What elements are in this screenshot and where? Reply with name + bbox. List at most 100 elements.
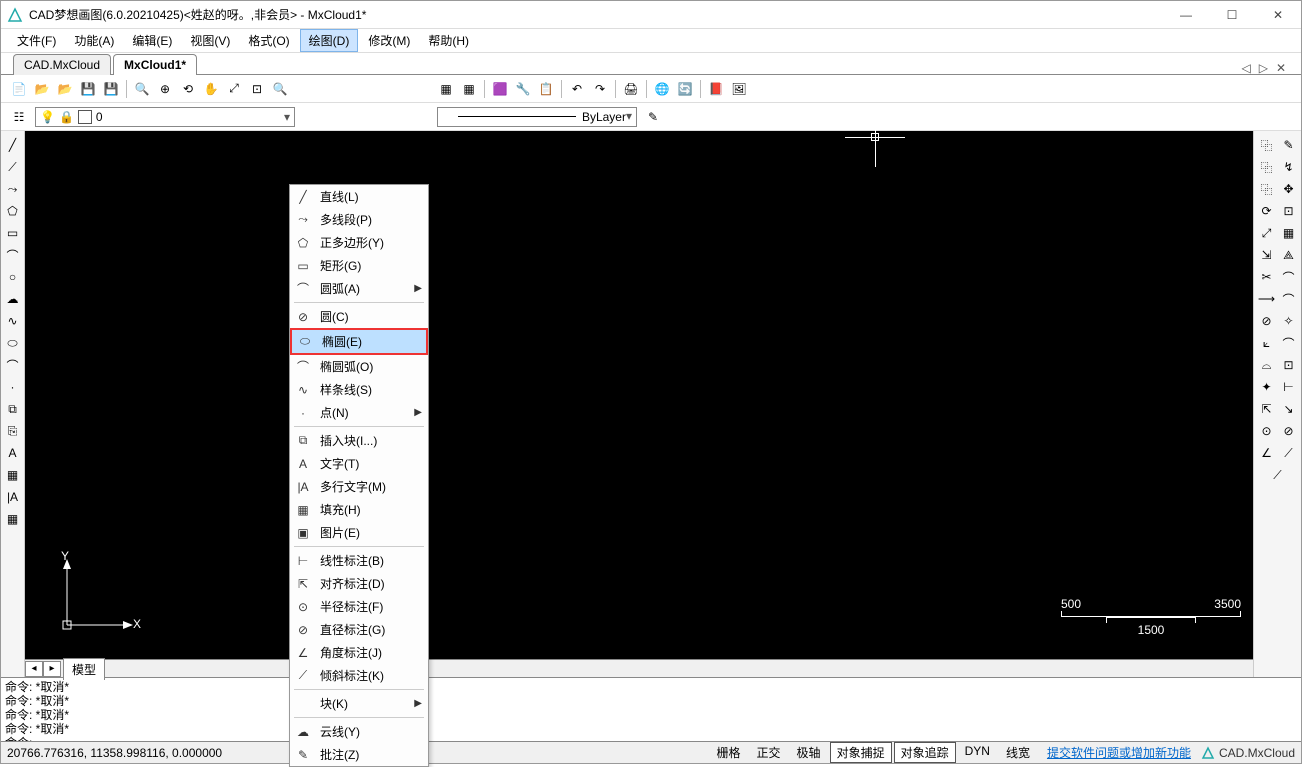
r5-icon[interactable]: ⌒ [1279, 267, 1299, 287]
maximize-button[interactable]: ☐ [1209, 1, 1255, 29]
zoom-window-icon[interactable]: 🔍 [132, 79, 152, 99]
menu-item-正多边形y[interactable]: ⬠正多边形(Y) [290, 231, 428, 254]
move-icon[interactable]: ✥ [1279, 179, 1299, 199]
menu-file[interactable]: 文件(F) [9, 30, 64, 51]
zoom-in-icon[interactable]: ⊕ [155, 79, 175, 99]
zoom-prev-icon[interactable]: ⟲ [178, 79, 198, 99]
close-button[interactable]: ✕ [1255, 1, 1301, 29]
redo-icon[interactable]: ↷ [590, 79, 610, 99]
break-icon[interactable]: ⊘ [1257, 311, 1277, 331]
menu-item-角度标注j[interactable]: ∠角度标注(J) [290, 641, 428, 664]
erase-icon[interactable]: ✎ [1279, 135, 1299, 155]
open-icon[interactable]: 📂 [32, 79, 52, 99]
rev-tool-icon[interactable]: ☁ [3, 289, 23, 309]
tb-icon-b[interactable]: ▦ [459, 79, 479, 99]
tab-close-icon[interactable]: ✕ [1273, 61, 1289, 75]
toggle-对象捕捉[interactable]: 对象捕捉 [830, 742, 892, 763]
menu-item-云线y[interactable]: ☁云线(Y) [290, 720, 428, 743]
menu-item-文字t[interactable]: A文字(T) [290, 452, 428, 475]
refresh-icon[interactable]: 🔄 [675, 79, 695, 99]
menu-item-批注z[interactable]: ✎批注(Z) [290, 743, 428, 766]
toggle-正交[interactable]: 正交 [750, 742, 788, 763]
feedback-link[interactable]: 提交软件问题或增加新功能 [1047, 744, 1191, 761]
menu-item-多线段p[interactable]: ⤳多线段(P) [290, 208, 428, 231]
r9-icon[interactable]: ⊡ [1279, 355, 1299, 375]
linetype-select[interactable]: ByLayer [437, 107, 637, 127]
model-tab[interactable]: 模型 [63, 658, 105, 680]
menu-item-直径标注g[interactable]: ⊘直径标注(G) [290, 618, 428, 641]
arc-tool-icon[interactable]: ⌒ [3, 245, 23, 265]
r10-icon[interactable]: ⊢ [1279, 377, 1299, 397]
menu-item-矩形g[interactable]: ▭矩形(G) [290, 254, 428, 277]
img-icon[interactable]: 🖼 [729, 79, 749, 99]
chamfer-icon[interactable]: ⟀ [1257, 333, 1277, 353]
menu-item-插入块i...[interactable]: ⧉插入块(I...) [290, 429, 428, 452]
r7-icon[interactable]: ✧ [1279, 311, 1299, 331]
menu-draw[interactable]: 绘图(D) [300, 29, 359, 52]
r8-icon[interactable]: ⌒ [1279, 333, 1299, 353]
new-icon[interactable]: 📄 [9, 79, 29, 99]
tab-0[interactable]: CAD.MxCloud [13, 54, 111, 75]
mirror-icon[interactable]: ⿻ [1257, 157, 1277, 177]
menu-item-直线l[interactable]: ╱直线(L) [290, 185, 428, 208]
region-tool-icon[interactable]: ▦ [3, 509, 23, 529]
point-tool-icon[interactable]: · [3, 377, 23, 397]
zoom-ext-icon[interactable]: ⤢ [224, 79, 244, 99]
tb-icon-a[interactable]: ▦ [436, 79, 456, 99]
zoom-all-icon[interactable]: ⊡ [247, 79, 267, 99]
menu-item-圆弧a[interactable]: ⌒圆弧(A)▶ [290, 277, 428, 300]
menu-item-椭圆弧o[interactable]: ⌒椭圆弧(O) [290, 355, 428, 378]
fillet-icon[interactable]: ⌓ [1257, 355, 1277, 375]
trim-icon[interactable]: ✂ [1257, 267, 1277, 287]
r2-icon[interactable]: ⊡ [1279, 201, 1299, 221]
menu-item-多行文字m[interactable]: |A多行文字(M) [290, 475, 428, 498]
pdf-icon[interactable]: 📕 [706, 79, 726, 99]
r4-icon[interactable]: ⟁ [1279, 245, 1299, 265]
r12-icon[interactable]: ↘ [1279, 399, 1299, 419]
r14-icon[interactable]: ⊘ [1279, 421, 1299, 441]
r17-icon[interactable]: ⟋ [1268, 465, 1288, 485]
extend-icon[interactable]: ⟶ [1257, 289, 1277, 309]
zoom-obj-icon[interactable]: 🔍 [270, 79, 290, 99]
toggle-极轴[interactable]: 极轴 [790, 742, 828, 763]
print-icon[interactable]: 🖨 [621, 79, 641, 99]
hatch-tool-icon[interactable]: ▦ [3, 465, 23, 485]
menu-item-倾斜标注k[interactable]: ⟋倾斜标注(K) [290, 664, 428, 687]
tab-prev-icon[interactable]: ◁ [1238, 61, 1253, 75]
r16-icon[interactable]: ⟋ [1279, 443, 1299, 463]
menu-edit[interactable]: 编辑(E) [124, 30, 180, 51]
xline-tool-icon[interactable]: ⟋ [3, 157, 23, 177]
line-tool-icon[interactable]: ╱ [3, 135, 23, 155]
menu-help[interactable]: 帮助(H) [420, 30, 477, 51]
menu-item-半径标注f[interactable]: ⊙半径标注(F) [290, 595, 428, 618]
menu-modify[interactable]: 修改(M) [360, 30, 418, 51]
menu-item-线性标注b[interactable]: ⊢线性标注(B) [290, 549, 428, 572]
layer-select[interactable]: 💡 🔒 0 [35, 107, 295, 127]
command-window[interactable]: 命令: *取消* 命令: *取消* 命令: *取消* 命令: *取消* 命令: [1, 677, 1301, 741]
block-tool-icon[interactable]: ⧉ [3, 399, 23, 419]
tab-1[interactable]: MxCloud1* [113, 54, 197, 75]
toggle-对象追踪[interactable]: 对象追踪 [894, 742, 956, 763]
scroll-right-icon[interactable]: ▸ [43, 661, 61, 677]
open2-icon[interactable]: 📂 [55, 79, 75, 99]
pline-tool-icon[interactable]: ⤳ [3, 179, 23, 199]
menu-format[interactable]: 格式(O) [240, 30, 297, 51]
menu-item-对齐标注d[interactable]: ⇱对齐标注(D) [290, 572, 428, 595]
array-icon[interactable]: ⿻ [1257, 179, 1277, 199]
r6-icon[interactable]: ⌒ [1279, 289, 1299, 309]
insert-tool-icon[interactable]: ⎘ [3, 421, 23, 441]
r3-icon[interactable]: ▦ [1279, 223, 1299, 243]
explode-icon[interactable]: ✦ [1257, 377, 1277, 397]
ellipsearc-tool-icon[interactable]: ⌒ [3, 355, 23, 375]
tab-next-icon[interactable]: ▷ [1256, 61, 1271, 75]
drawing-canvas[interactable]: Y X 500 3500 1500 [25, 131, 1253, 659]
toggle-线宽[interactable]: 线宽 [999, 742, 1037, 763]
r11-icon[interactable]: ⇱ [1257, 399, 1277, 419]
ellipse-tool-icon[interactable]: ⬭ [3, 333, 23, 353]
web-icon[interactable]: 🌐 [652, 79, 672, 99]
offset-icon[interactable]: ↯ [1279, 157, 1299, 177]
minimize-button[interactable]: — [1163, 1, 1209, 29]
undo-icon[interactable]: ↶ [567, 79, 587, 99]
tb-icon-c[interactable]: 🟪 [490, 79, 510, 99]
save-icon[interactable]: 💾 [78, 79, 98, 99]
